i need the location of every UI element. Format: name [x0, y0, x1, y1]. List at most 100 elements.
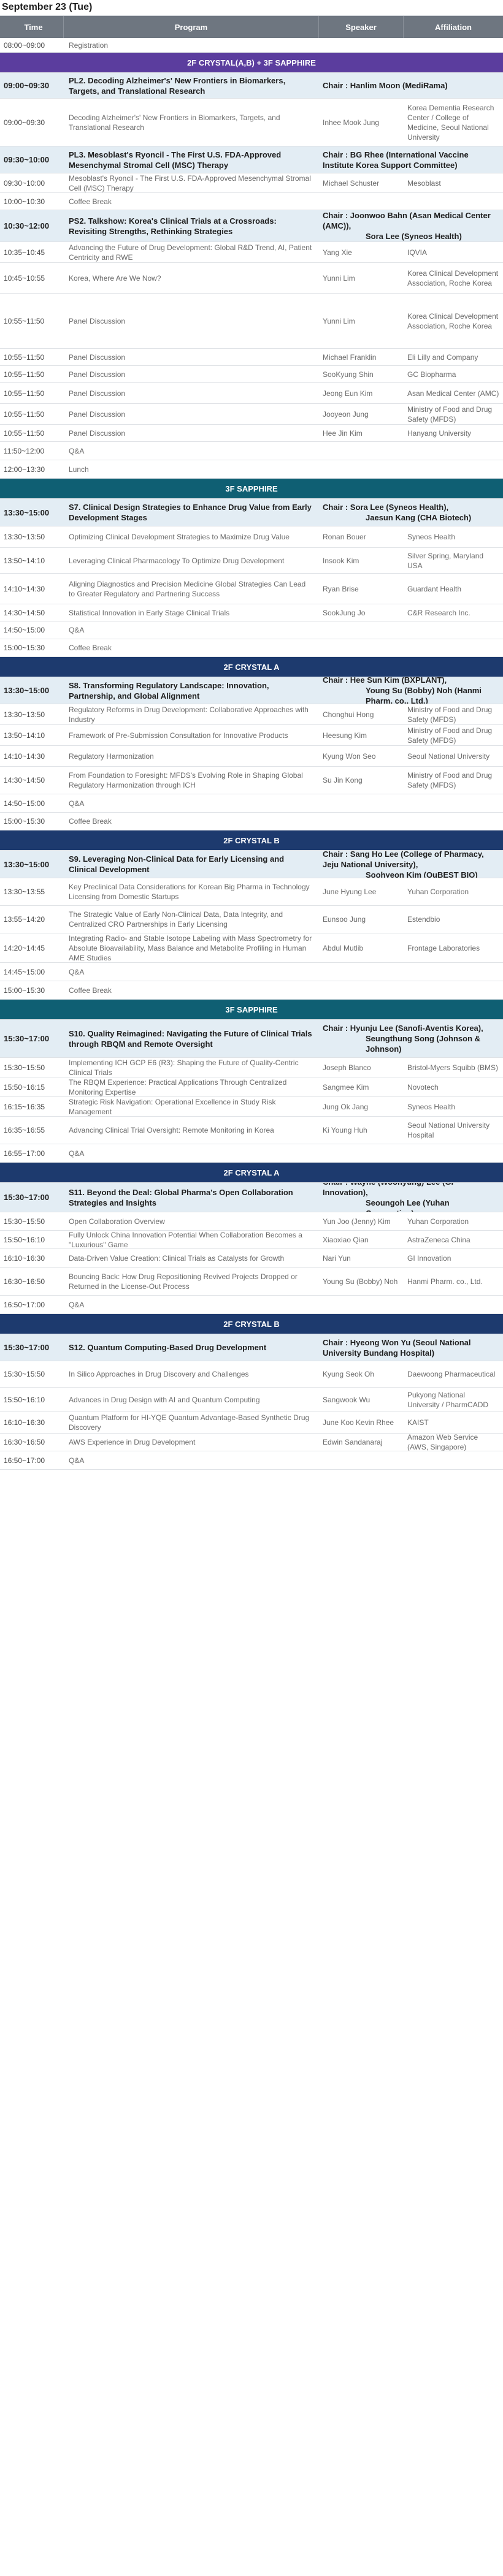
room-banner: 2F CRYSTAL(A,B) + 3F SAPPHIRE — [0, 53, 503, 73]
speaker-cell — [319, 621, 404, 639]
program-cell: Q&A — [69, 967, 85, 976]
speaker-cell — [319, 639, 404, 656]
session-row: 10:30~12:00 PS2. Talkshow: Korea's Clinic… — [0, 210, 503, 242]
program-cell: Panel Discussion — [69, 316, 126, 325]
time-cell: 14:30~14:50 — [4, 608, 45, 617]
speaker-cell: Chonghui Hong — [323, 710, 374, 719]
table-row: 10:55~11:50 Panel Discussion Jeong Eun Kim… — [0, 383, 503, 404]
time-cell: 15:00~15:30 — [4, 986, 45, 995]
program-cell: Implementing ICH GCP E6 (R3): Shaping th… — [69, 1058, 299, 1077]
speaker-cell: Jung Ok Jang — [323, 1102, 369, 1111]
time-cell: 15:30~15:50 — [4, 1063, 45, 1072]
time-cell: 09:00~09:30 — [4, 81, 50, 90]
affiliation-cell: Daewoong Pharmaceutical — [407, 1370, 496, 1378]
affiliation-cell: GC Biopharma — [407, 370, 456, 379]
chair-line: Sora Lee (Syneos Health) — [366, 232, 462, 241]
session-title: S11. Beyond the Deal: Global Pharma's Op… — [69, 1187, 293, 1207]
program-cell: Coffee Break — [69, 197, 112, 206]
program-cell: Open Collaboration Overview — [69, 1217, 165, 1226]
time-cell: 10:45~10:55 — [4, 273, 45, 283]
speaker-cell: Edwin Sandanaraj — [323, 1438, 383, 1446]
room-banner: 2F CRYSTAL B — [0, 830, 503, 851]
affiliation-cell — [404, 813, 503, 830]
program-cell: Q&A — [69, 1149, 85, 1158]
time-cell: 12:00~13:30 — [4, 465, 45, 474]
program-cell: Coffee Break — [69, 817, 112, 826]
time-cell: 16:10~16:30 — [4, 1418, 45, 1427]
table-row: 13:50~14:10 Framework of Pre-Submission C… — [0, 725, 503, 746]
time-cell: 11:50~12:00 — [4, 446, 45, 455]
speaker-cell: Joseph Blanco — [323, 1063, 371, 1072]
affiliation-cell: Ministry of Food and Drug Safety (MFDS) — [407, 771, 493, 789]
affiliation-cell: Bristol-Myers Squibb (BMS) — [407, 1063, 499, 1072]
program-cell: Panel Discussion — [69, 370, 126, 379]
session-chair: Chair : Hyunju Lee (Sanofi-Aventis Korea… — [319, 1023, 503, 1054]
speaker-cell: SooKyung Shin — [323, 370, 374, 379]
affiliation-cell: Korea Clinical Development Association, … — [407, 268, 499, 287]
speaker-cell: Inhee Mook Jung — [323, 118, 380, 127]
speaker-cell — [319, 1144, 404, 1162]
time-cell: 13:30~13:50 — [4, 710, 45, 719]
table-body: 08:00~09:00 Registration 2F CRYSTAL(A,B) +… — [0, 38, 503, 1470]
affiliation-cell: Seoul National University — [407, 751, 490, 761]
affiliation-cell: Hanyang University — [407, 428, 472, 438]
affiliation-cell: C&R Research Inc. — [407, 608, 470, 617]
speaker-cell: June Koo Kevin Rhee — [323, 1418, 394, 1427]
affiliation-cell: KAIST — [407, 1418, 429, 1427]
affiliation-cell — [404, 1451, 503, 1469]
session-chair: Chair : Hee Sun Kim (BXPLANT), Young Su (… — [319, 677, 503, 704]
affiliation-cell: Eli Lilly and Company — [407, 352, 478, 362]
table-row: 15:30~15:50 Implementing ICH GCP E6 (R3):… — [0, 1058, 503, 1077]
speaker-cell: Jooyeon Jung — [323, 409, 369, 419]
affiliation-cell: Syneos Health — [407, 1102, 456, 1111]
table-row: 10:00~10:30 Coffee Break — [0, 193, 503, 210]
session-chair: Chair : Sora Lee (Syneos Health), Jaesun … — [319, 502, 503, 523]
session-chair: Chair : Wayne (Woohyung) Lee (GI Innovat… — [319, 1183, 503, 1212]
table-row: 16:10~16:30 Data-Driven Value Creation: C… — [0, 1249, 503, 1268]
room-banner: 3F SAPPHIRE — [0, 479, 503, 499]
room-banner: 2F CRYSTAL B — [0, 1314, 503, 1334]
affiliation-cell: Mesoblast — [407, 178, 441, 188]
time-cell: 15:30~17:00 — [4, 1034, 50, 1043]
affiliation-cell: Syneos Health — [407, 533, 456, 541]
speaker-cell: Sangmee Kim — [323, 1082, 369, 1092]
header-affiliation: Affiliation — [435, 22, 472, 32]
table-row: 15:30~15:50 In Silico Approaches in Drug … — [0, 1361, 503, 1388]
affiliation-cell: GI Innovation — [407, 1254, 451, 1263]
table-row: 14:50~15:00 Q&A — [0, 621, 503, 639]
table-row: 16:50~17:00 Q&A — [0, 1296, 503, 1314]
speaker-cell: Ki Young Huh — [323, 1126, 367, 1134]
program-cell: Quantum Platform for HI-YQE Quantum Adva… — [69, 1413, 310, 1432]
speaker-cell: Kyung Seok Oh — [323, 1370, 375, 1378]
chair-line: Chair : Wayne (Woohyung) Lee (GI Innovat… — [323, 1183, 453, 1197]
affiliation-cell: IQVIA — [407, 248, 428, 257]
program-cell: Regulatory Reforms in Drug Development: … — [69, 705, 309, 724]
chair-line: Chair : Hanlim Moon (MediRama) — [323, 81, 448, 90]
time-cell: 09:00~09:30 — [4, 118, 45, 127]
time-cell: 10:55~11:50 — [4, 370, 45, 379]
affiliation-cell — [404, 639, 503, 656]
time-cell: 13:30~15:00 — [4, 507, 50, 517]
affiliation-cell — [404, 442, 503, 460]
program-cell: Korea, Where Are We Now? — [69, 273, 161, 283]
table-row: 16:35~16:55 Advancing Clinical Trial Over… — [0, 1117, 503, 1144]
speaker-cell: Ronan Bouer — [323, 533, 366, 541]
time-cell: 10:35~10:45 — [4, 248, 45, 257]
time-cell: 14:10~14:30 — [4, 584, 45, 593]
session-title: PL3. Mesoblast's Ryoncil - The First U.S… — [69, 150, 282, 170]
speaker-cell: Jeong Eun Kim — [323, 389, 373, 398]
affiliation-cell: Estendbio — [407, 915, 440, 924]
speaker-cell — [319, 981, 404, 999]
program-cell: Panel Discussion — [69, 428, 126, 438]
affiliation-cell: Hanmi Pharm. co., Ltd. — [407, 1277, 483, 1286]
table-row: 15:50~16:10 Advances in Drug Design with … — [0, 1388, 503, 1412]
time-cell: 16:15~16:35 — [4, 1102, 45, 1111]
program-cell: Optimizing Clinical Development Strategi… — [69, 533, 290, 541]
speaker-cell — [319, 1451, 404, 1469]
time-cell: 10:30~12:00 — [4, 221, 50, 230]
affiliation-cell — [404, 621, 503, 639]
program-cell: Regulatory Harmonization — [69, 751, 154, 761]
table-row: 13:30~13:50 Optimizing Clinical Developme… — [0, 526, 503, 548]
session-title: PL2. Decoding Alzheimer's' New Frontiers… — [69, 75, 286, 96]
session-chair: Chair : BG Rhee (International Vaccine I… — [319, 150, 503, 170]
